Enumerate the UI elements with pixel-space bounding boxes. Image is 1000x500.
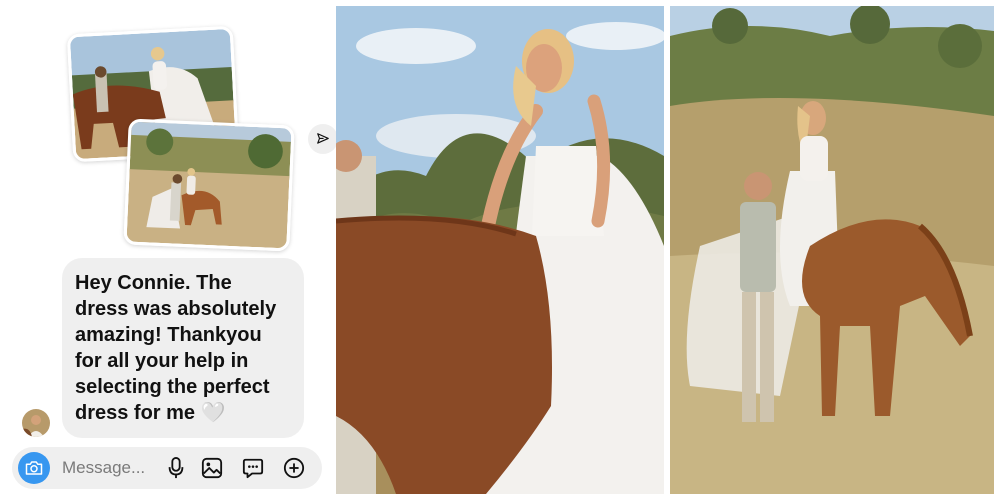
camera-button[interactable]	[18, 452, 50, 484]
camera-icon	[25, 461, 43, 475]
wedding-photo-wide-image	[670, 6, 994, 494]
message-line: selecting the perfect	[75, 376, 270, 398]
wedding-photo-closeup-image	[336, 6, 664, 494]
microphone-button[interactable]	[164, 456, 188, 480]
sticker-button[interactable]	[241, 456, 265, 480]
plus-icon	[283, 457, 305, 479]
message-input[interactable]	[62, 447, 158, 489]
avatar[interactable]	[22, 409, 50, 437]
message-line: for all your help in	[75, 350, 249, 372]
send-icon	[317, 133, 329, 144]
sticker-icon	[242, 458, 264, 479]
wedding-photo-closeup	[336, 6, 664, 494]
shared-photo-2-image	[126, 121, 292, 249]
heart-emoji: 🤍	[200, 402, 226, 424]
message-line: dress was absolutely	[75, 298, 277, 320]
gallery-button[interactable]	[200, 456, 224, 480]
shared-photo-2[interactable]	[123, 118, 295, 252]
message-line: dress for me 🤍	[75, 400, 292, 426]
message-line: Hey Connie. The	[75, 272, 232, 294]
message-line: amazing! Thankyou	[75, 324, 262, 346]
add-button[interactable]	[282, 456, 306, 480]
share-button[interactable]	[308, 124, 338, 154]
image-icon	[201, 457, 223, 479]
message-line-text: dress for me	[75, 402, 196, 424]
wedding-photo-wide	[670, 6, 994, 494]
microphone-icon	[168, 457, 184, 479]
avatar-image	[22, 409, 50, 437]
chat-panel: Hey Connie. The dress was absolutely ama…	[0, 0, 338, 500]
message-bubble: Hey Connie. The dress was absolutely ama…	[62, 258, 304, 438]
message-composer	[12, 447, 322, 489]
